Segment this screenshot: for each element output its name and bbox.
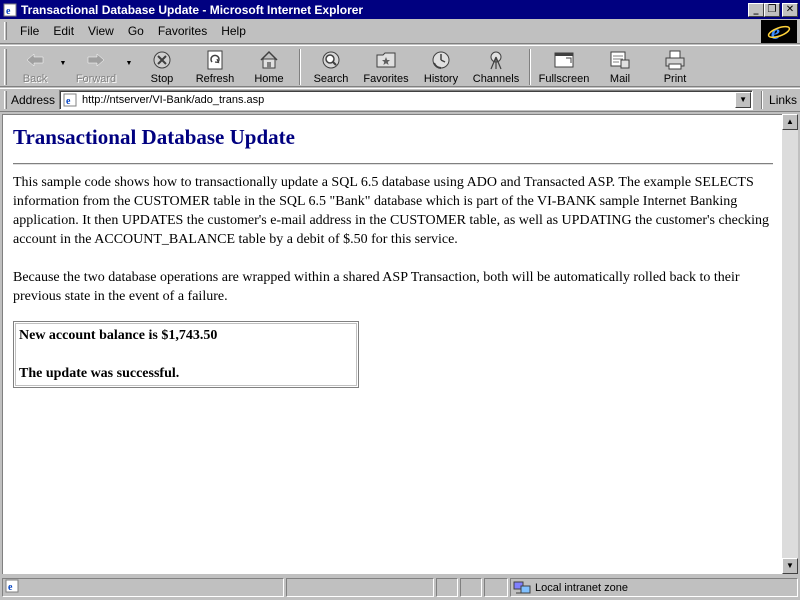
menu-favorites[interactable]: Favorites (151, 24, 214, 38)
address-label: Address (11, 93, 56, 107)
scroll-up-button[interactable]: ▲ (782, 114, 798, 130)
mail-button[interactable]: Mail (593, 46, 647, 86)
title-bar[interactable]: e Transactional Database Update - Micros… (0, 0, 800, 19)
svg-text:e: e (771, 22, 780, 42)
forward-button[interactable]: Forward (67, 46, 125, 86)
ie-page-icon[interactable]: e (2, 2, 18, 18)
vertical-scrollbar[interactable]: ▲ ▼ (782, 114, 798, 574)
minimize-button[interactable]: _ (748, 2, 764, 17)
menu-go[interactable]: Go (121, 24, 151, 38)
window-controls: _ ❐ ✕ (748, 2, 798, 17)
toolbar-separator (529, 49, 531, 85)
back-button[interactable]: Back (11, 46, 59, 86)
horizontal-rule (13, 163, 773, 165)
favorites-label: Favorites (363, 73, 409, 85)
standard-toolbar: Back ▼ Forward ▼ Stop Refresh Home Searc… (0, 45, 800, 87)
window-title: Transactional Database Update - Microsof… (21, 2, 364, 17)
address-dropdown-button[interactable]: ▼ (735, 92, 752, 108)
forward-label: Forward (75, 73, 117, 85)
fullscreen-label: Fullscreen (538, 73, 590, 85)
status-panel-c (484, 578, 508, 597)
back-label: Back (22, 73, 48, 85)
channels-label: Channels (472, 73, 520, 85)
fullscreen-button[interactable]: Fullscreen (535, 46, 593, 86)
menu-help[interactable]: Help (214, 24, 253, 38)
status-text-panel: e (2, 578, 284, 597)
address-field[interactable]: e ▼ (59, 90, 754, 110)
print-button[interactable]: Print (647, 46, 703, 86)
links-separator (761, 91, 764, 109)
refresh-icon (203, 49, 227, 71)
restore-button[interactable]: ❐ (764, 2, 780, 17)
addressbar-grip[interactable] (4, 91, 7, 109)
ie-throbber-logo: e (761, 20, 797, 43)
status-panel-a (436, 578, 458, 597)
intranet-zone-icon (513, 581, 531, 595)
history-label: History (423, 73, 459, 85)
status-bar: e Local intranet zone (0, 575, 800, 600)
search-label: Search (313, 73, 349, 85)
menu-file[interactable]: File (13, 24, 46, 38)
stop-icon (150, 49, 174, 71)
favorites-icon (374, 49, 398, 71)
stop-button[interactable]: Stop (137, 46, 187, 86)
home-icon (257, 49, 281, 71)
status-panel-b (460, 578, 482, 597)
mail-icon (608, 49, 632, 71)
print-icon (663, 49, 687, 71)
menubar-grip[interactable] (4, 22, 7, 40)
svg-text:e: e (8, 582, 13, 593)
home-button[interactable]: Home (243, 46, 295, 86)
description-paragraph: This sample code shows how to transactio… (13, 175, 769, 247)
search-button[interactable]: Search (305, 46, 357, 86)
balance-text: New account balance is $1,743.50 (19, 328, 218, 343)
security-zone-panel: Local intranet zone (510, 578, 798, 597)
url-input[interactable] (82, 92, 723, 108)
rollback-paragraph: Because the two database operations are … (13, 270, 740, 304)
result-table: New account balance is $1,743.50 The upd… (13, 321, 359, 388)
menu-bar: File Edit View Go Favorites Help e (0, 19, 800, 44)
address-bar: Address e ▼ Links (0, 88, 800, 112)
page-heading: Transactional Database Update (13, 125, 295, 149)
forward-dropdown-arrow[interactable]: ▼ (125, 46, 133, 67)
scroll-down-button[interactable]: ▼ (782, 558, 798, 574)
channels-button[interactable]: Channels (467, 46, 525, 86)
result-cell: New account balance is $1,743.50 The upd… (15, 323, 357, 386)
history-button[interactable]: History (415, 46, 467, 86)
page-icon: e (62, 92, 78, 108)
search-icon (319, 49, 343, 71)
favorites-button[interactable]: Favorites (357, 46, 415, 86)
channels-icon (484, 49, 508, 71)
forward-arrow-icon (84, 49, 108, 71)
close-button[interactable]: ✕ (782, 2, 798, 17)
history-icon (429, 49, 453, 71)
svg-text:e: e (6, 6, 11, 17)
refresh-button[interactable]: Refresh (187, 46, 243, 86)
zone-label: Local intranet zone (535, 581, 628, 594)
stop-label: Stop (150, 73, 174, 85)
svg-text:e: e (66, 96, 71, 107)
document-body: Transactional Database Update This sampl… (3, 115, 782, 388)
refresh-label: Refresh (195, 73, 235, 85)
print-label: Print (663, 73, 687, 85)
menu-edit[interactable]: Edit (46, 24, 81, 38)
back-dropdown-arrow[interactable]: ▼ (59, 46, 67, 67)
update-status-text: The update was successful. (19, 366, 180, 381)
mail-label: Mail (609, 73, 631, 85)
toolbar-grip[interactable] (4, 49, 7, 85)
links-button[interactable]: Links (769, 93, 797, 107)
menu-view[interactable]: View (81, 24, 121, 38)
status-progress-panel (286, 578, 434, 597)
page-content: Transactional Database Update This sampl… (2, 114, 782, 574)
back-arrow-icon (23, 49, 47, 71)
status-page-icon: e (5, 579, 19, 596)
fullscreen-icon (552, 49, 576, 71)
toolbar-separator (299, 49, 301, 85)
home-label: Home (254, 73, 284, 85)
